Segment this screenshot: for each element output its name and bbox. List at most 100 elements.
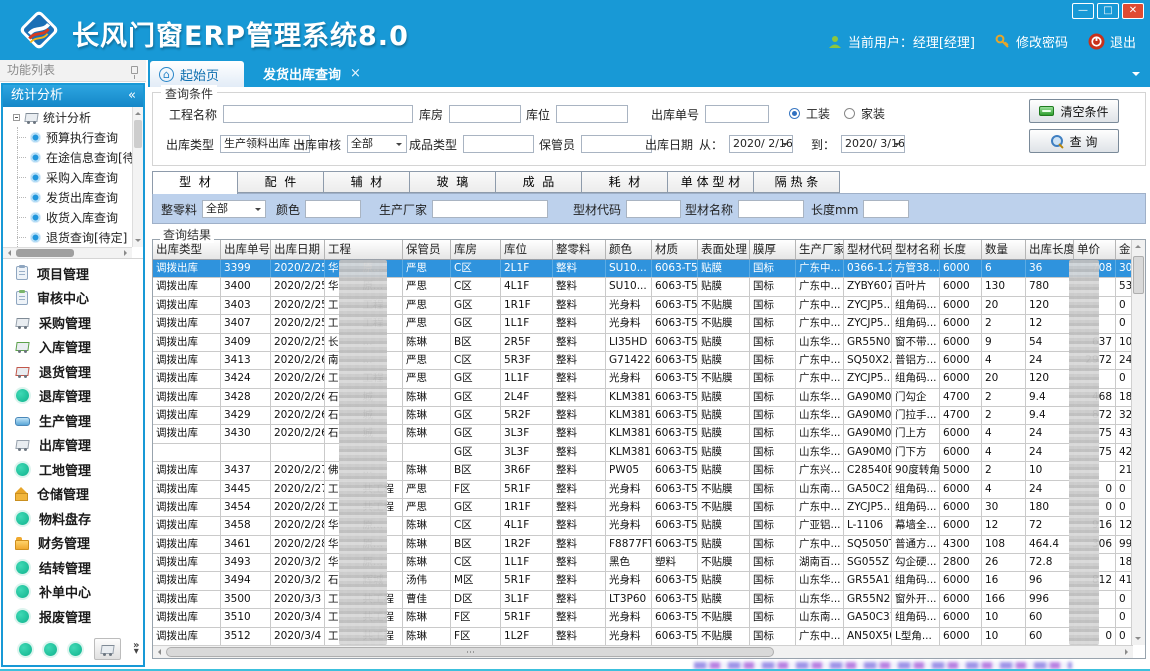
radio-home-decoration[interactable] (844, 108, 855, 119)
table-row[interactable]: 调拨出库35002020/3/3工共工程曹佳D区3L1F整料LT3P606063… (153, 591, 1131, 609)
column-header[interactable]: 库位 (501, 240, 553, 260)
collapse-icon[interactable]: « (128, 85, 136, 107)
material-tab-7[interactable]: 单 体 型 材 (668, 171, 754, 193)
minimize-button[interactable]: — (1072, 3, 1094, 19)
date-from-select[interactable]: 2020/ 2/16 (729, 135, 793, 153)
column-header[interactable]: 型材名称 (892, 240, 940, 260)
scroll-right-icon[interactable] (1125, 649, 1131, 655)
warehouse-input[interactable] (449, 105, 521, 123)
column-header[interactable]: 出库长度 (1026, 240, 1074, 260)
profile-code-input[interactable] (626, 200, 681, 218)
table-row[interactable]: G区3L3F整料KLM38176063-T5贴膜国标山东华...GA90M09.… (153, 444, 1131, 462)
tree-item[interactable]: 预算执行查询 (3, 127, 143, 147)
audit-select[interactable]: 全部 (347, 135, 407, 153)
table-row[interactable]: 调拨出库34282020/2/26石城陈琳G区2L4F整料KLM38176063… (153, 389, 1131, 407)
length-input[interactable] (863, 200, 909, 218)
column-header[interactable]: 库房 (451, 240, 501, 260)
expander-icon[interactable] (13, 114, 20, 121)
column-header[interactable]: 型材代码 (844, 240, 892, 260)
date-to-select[interactable]: 2020/ 3/16 (841, 135, 905, 153)
tree-hscroll-thumb[interactable] (16, 249, 74, 257)
tree-vscroll-thumb[interactable] (134, 120, 142, 148)
scroll-left-icon[interactable] (155, 649, 161, 655)
tab-list-dropdown-icon[interactable] (1132, 72, 1140, 80)
module-dot-icon[interactable] (69, 643, 82, 656)
table-row[interactable]: 调拨出库34132020/2/26南...严思C区5R3F整料G71422606… (153, 352, 1131, 370)
sidebar-item-工地管理[interactable]: 工地管理 (3, 457, 143, 482)
search-button[interactable]: 查 询 (1029, 129, 1119, 153)
scroll-down-icon[interactable] (135, 239, 141, 245)
table-row[interactable]: 调拨出库34942020/3/2石辉城汤伟M区5R1F整料光身料6063-T5贴… (153, 572, 1131, 590)
column-header[interactable]: 工程 (325, 240, 403, 260)
sidebar-item-入库管理[interactable]: 入库管理 (3, 335, 143, 360)
material-tab-5[interactable]: 成 品 (496, 171, 582, 193)
scroll-up-icon[interactable] (1135, 242, 1141, 248)
logout-button[interactable]: 退出 (1088, 32, 1136, 51)
material-tab-8[interactable]: 隔 热 条 (754, 171, 840, 193)
column-header[interactable]: 膜厚 (750, 240, 796, 260)
scroll-right-icon[interactable] (124, 250, 130, 256)
material-tab-2[interactable]: 配 件 (238, 171, 324, 193)
sidebar-item-审核中心[interactable]: 审核中心 (3, 286, 143, 311)
change-password-button[interactable]: 修改密码 (995, 32, 1068, 51)
column-header[interactable]: 出库单号 (221, 240, 271, 260)
location-input[interactable] (556, 105, 628, 123)
table-row[interactable]: 调拨出库35122020/3/4工共工程陈琳F区1L2F整料光身料6063-T5… (153, 628, 1131, 646)
overflow-chevron-icon[interactable]: »▾ (133, 643, 139, 655)
module-dot-icon[interactable] (44, 643, 57, 656)
column-header[interactable]: 保管员 (403, 240, 451, 260)
grid-vertical-scrollbar[interactable] (1131, 240, 1145, 645)
color-input[interactable] (305, 200, 361, 218)
factory-input[interactable] (432, 200, 548, 218)
sidebar-item-财务管理[interactable]: 财务管理 (3, 531, 143, 556)
column-header[interactable]: 出库类型 (153, 240, 221, 260)
table-row[interactable]: 调拨出库34582020/2/28华原...陈琳C区4L1F整料光身料6063-… (153, 517, 1131, 535)
tree-item[interactable]: 退货查询[待定] (3, 227, 143, 247)
tree-vertical-scrollbar[interactable] (132, 107, 143, 247)
table-row[interactable]: 调拨出库34542020/2/28工共工程严思G区1R1F整料光身料6063-T… (153, 499, 1131, 517)
table-row[interactable]: 调拨出库35102020/3/4工共工程陈琳F区5R1F整料光身料6063-T5… (153, 609, 1131, 627)
table-row[interactable]: 调拨出库34292020/2/26石城陈琳G区5R2F整料KLM38176063… (153, 407, 1131, 425)
column-header[interactable]: 生产厂家 (796, 240, 844, 260)
material-tab-1[interactable]: 型 材 (152, 171, 238, 194)
grid-hscroll-thumb[interactable] (166, 647, 774, 657)
column-header[interactable]: 表面处理 (698, 240, 750, 260)
tree-item[interactable]: 发货出库查询 (3, 187, 143, 207)
table-row[interactable]: 调拨出库34092020/2/25长...陈琳B区2R5F整料LI35HD606… (153, 334, 1131, 352)
scroll-down-icon[interactable] (1135, 637, 1141, 643)
table-row[interactable]: 调拨出库34302020/2/26石城陈琳G区3L3F整料KLM38176063… (153, 425, 1131, 443)
module-dot-icon[interactable] (19, 643, 32, 656)
table-row[interactable]: 调拨出库34072020/2/25工工程严思G区1L1F整料光身料6063-T5… (153, 315, 1131, 333)
sidebar-item-报废管理[interactable]: 报废管理 (3, 604, 143, 629)
material-tab-6[interactable]: 耗 材 (582, 171, 668, 193)
order-number-input[interactable] (705, 105, 769, 123)
close-tab-icon[interactable]: × (350, 66, 361, 81)
grid-vscroll-thumb[interactable] (1133, 256, 1144, 294)
pin-icon[interactable] (131, 66, 138, 74)
sidebar-item-补单中心[interactable]: 补单中心 (3, 580, 143, 605)
table-row[interactable]: 调拨出库34452020/2/27工共工程严思F区5R1F整料光身料6063-T… (153, 481, 1131, 499)
column-header[interactable]: 颜色 (606, 240, 652, 260)
sidebar-item-退货管理[interactable]: 退货管理 (3, 359, 143, 384)
sidebar-item-仓储管理[interactable]: 仓储管理 (3, 482, 143, 507)
column-header[interactable]: 长度 (940, 240, 982, 260)
cart-module-button[interactable] (94, 638, 121, 660)
sidebar-section-header[interactable]: 统计分析 « (3, 85, 143, 107)
tab-home[interactable]: ⌂ 起始页 (150, 61, 244, 87)
clear-conditions-button[interactable]: 清空条件 (1029, 99, 1119, 123)
column-header[interactable]: 数量 (982, 240, 1026, 260)
table-row[interactable]: 调拨出库34932020/3/2华原...陈琳C区1L1F整料黑色塑料不贴膜国标… (153, 554, 1131, 572)
scroll-left-icon[interactable] (5, 250, 11, 256)
sidebar-item-物料盘存[interactable]: 物料盘存 (3, 506, 143, 531)
grid-horizontal-scrollbar[interactable] (153, 645, 1133, 658)
close-button[interactable]: ✕ (1122, 3, 1144, 19)
maximize-button[interactable]: □ (1097, 3, 1119, 19)
material-tab-3[interactable]: 辅 材 (324, 171, 410, 193)
table-row[interactable]: 调拨出库34002020/2/25华原...严思C区4L1F整料SU10...6… (153, 278, 1131, 296)
project-name-input[interactable] (223, 105, 413, 123)
scroll-up-icon[interactable] (135, 109, 141, 115)
radio-home-label[interactable]: 家装 (861, 105, 885, 122)
table-row[interactable]: 调拨出库34612020/2/28华原...陈琳B区1R2F整料F8877FT6… (153, 536, 1131, 554)
sidebar-item-退库管理[interactable]: 退库管理 (3, 384, 143, 409)
tree-item[interactable]: 采购入库查询 (3, 167, 143, 187)
